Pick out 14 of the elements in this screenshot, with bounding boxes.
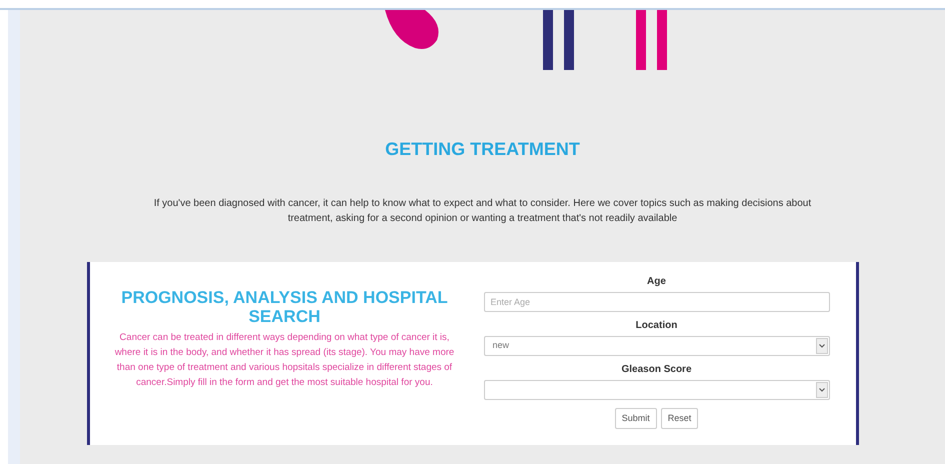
chevron-down-icon[interactable] xyxy=(816,338,828,354)
field-label: Age xyxy=(647,275,666,289)
submit-button[interactable]: Submit xyxy=(614,408,657,429)
section-title: GETTING TREATMENT xyxy=(385,138,580,161)
reset-button[interactable]: Reset xyxy=(660,408,698,429)
age-input[interactable]: Enter Age xyxy=(484,292,830,312)
chevron-down-icon[interactable] xyxy=(816,382,828,398)
dropdown-value: new xyxy=(492,339,510,352)
field-label: Location xyxy=(636,319,678,333)
field-label: Gleason Score xyxy=(621,363,692,377)
intro-paragraph: If you've been diagnosed with cancer, it can help to know what to expect and what to consider. Here we cover topics such as making decisions about treatment, asking for a second opinion or wanting a treatment that's not readily available xyxy=(152,197,812,226)
card-title: PROGNOSIS, ANALYSIS AND HOSPITAL SEARCH xyxy=(120,288,449,326)
dropdown[interactable]: new xyxy=(484,336,830,356)
card-description: Cancer can be treated in different ways depending on what type of cancer it is, where it is in the body, and whether it has spread (its stage). You may have more than one type of treatment and various hopsitals specialize in different stages of cancer.Simply fill in the form and get the most suitable hospital for you. xyxy=(114,331,456,390)
